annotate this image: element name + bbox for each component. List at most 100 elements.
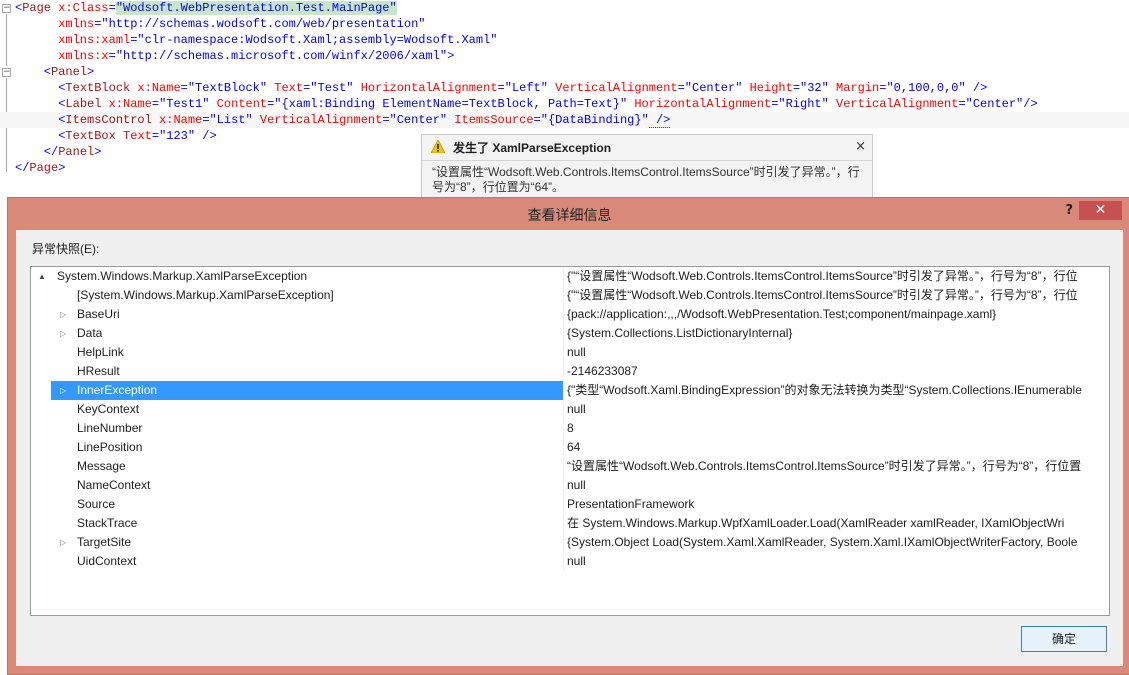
code-token: "List"	[209, 113, 253, 127]
close-button[interactable]: ✕	[1079, 201, 1122, 220]
row-background	[51, 495, 563, 514]
code-token: "TextBlock"	[187, 81, 268, 95]
grid-row[interactable]: UidContext null	[31, 552, 1109, 571]
property-name: LineNumber	[77, 421, 143, 435]
dialog-title: 查看详细信息	[527, 207, 612, 223]
column-divider	[563, 514, 564, 533]
code-token: Margin	[828, 81, 880, 95]
grid-row[interactable]: LineNumber 8	[31, 419, 1109, 438]
column-divider	[563, 324, 564, 343]
property-name: KeyContext	[77, 402, 140, 416]
code-line[interactable]: <ItemsControl x:Name = "List" VerticalAlig…	[0, 112, 1129, 128]
code-line[interactable]: <TextBlock x:Name="TextBlock" Text="Test…	[0, 80, 1129, 96]
code-token: xmlns:x	[15, 49, 109, 63]
property-value: 64	[567, 440, 581, 454]
column-divider	[563, 552, 564, 571]
column-divider	[563, 495, 564, 514]
warning-icon	[431, 140, 445, 153]
code-token: =	[958, 97, 966, 111]
code-token: <	[15, 65, 52, 79]
code-token: Text	[115, 129, 152, 143]
code-token: x:Name	[151, 113, 203, 127]
code-line[interactable]: <Label x:Name="Test1" Content="{xaml:Bin…	[0, 96, 1129, 112]
property-name: [System.Windows.Markup.XamlParseExceptio…	[77, 288, 334, 302]
code-token: "Center"	[965, 97, 1024, 111]
code-token: =	[792, 81, 801, 95]
code-token: <	[15, 129, 66, 143]
property-value: {pack://application:,,,/Wodsoft.WebPrese…	[567, 307, 997, 321]
column-divider	[563, 286, 564, 305]
code-token: Page	[29, 161, 59, 175]
code-token: >	[87, 65, 95, 79]
code-token: />	[965, 81, 988, 95]
grid-row[interactable]: ▷ Data {System.Collections.ListDictionaryI…	[31, 324, 1109, 343]
code-token: "Test1"	[159, 97, 210, 111]
property-name: BaseUri	[77, 307, 120, 321]
column-divider	[563, 381, 564, 400]
grid-row[interactable]: Source PresentationFramework	[31, 495, 1109, 514]
code-token: TextBox	[65, 129, 116, 143]
property-name: NameContext	[77, 478, 151, 492]
row-background	[51, 305, 563, 324]
code-token: x:Name	[101, 97, 152, 111]
code-line[interactable]: <Page x:Class="Wodsoft.WebPresentation.T…	[0, 0, 1129, 16]
column-divider	[563, 305, 564, 324]
row-background	[51, 343, 563, 362]
code-token: "{xaml:Binding ElementName=TextBlock, Pa…	[274, 97, 628, 111]
grid-row[interactable]: LinePosition 64	[31, 438, 1109, 457]
code-token: "32"	[800, 81, 829, 95]
expand-icon[interactable]: ▷	[60, 305, 66, 324]
property-name: HelpLink	[77, 345, 124, 359]
code-token: =	[108, 49, 116, 63]
grid-row[interactable]: ▷ TargetSite {System.Object Load(System.Xa…	[31, 533, 1109, 552]
code-line[interactable]: <Panel>	[0, 64, 1129, 80]
code-token: "http://schemas.wodsoft.com/web/presenta…	[101, 17, 426, 31]
column-divider	[563, 438, 564, 457]
column-divider	[563, 533, 564, 552]
code-token: =	[180, 81, 188, 95]
column-divider	[563, 267, 564, 286]
code-token: xmlns	[15, 17, 95, 31]
row-background	[51, 457, 563, 476]
property-name: HResult	[77, 364, 120, 378]
code-token: />	[648, 113, 671, 128]
property-value: null	[567, 478, 586, 492]
code-token: <	[15, 113, 66, 127]
help-button[interactable]: ?	[1065, 203, 1073, 218]
grid-row[interactable]: HelpLink null	[31, 343, 1109, 362]
code-line[interactable]: xmlns:x="http://schemas.microsoft.com/wi…	[0, 48, 1129, 64]
expand-icon[interactable]: ▲	[38, 267, 46, 286]
code-token: "{DataBinding}"	[540, 113, 649, 127]
grid-row[interactable]: HResult -2146233087	[31, 362, 1109, 381]
exception-popup-header: 发生了 XamlParseException ×	[422, 135, 872, 159]
column-divider	[563, 343, 564, 362]
grid-row[interactable]: NameContext null	[31, 476, 1109, 495]
code-line[interactable]: xmlns="http://schemas.wodsoft.com/web/pr…	[0, 16, 1129, 32]
expand-icon[interactable]: ▷	[60, 324, 66, 343]
expand-icon[interactable]: ▷	[60, 381, 66, 400]
grid-row[interactable]: ▷ InnerException {"类型“Wodsoft.Xaml.Binding…	[31, 381, 1109, 400]
code-token: =	[533, 113, 541, 127]
property-name: Message	[77, 459, 126, 473]
exception-property-grid[interactable]: ▲ System.Windows.Markup.XamlParseExceptio…	[30, 266, 1110, 616]
code-line[interactable]: xmlns:xaml="clr-namespace:Wodsoft.Xaml;a…	[0, 32, 1129, 48]
code-token: HorizontalAlignment	[353, 81, 498, 95]
property-value: 在 System.Windows.Markup.WpfXamlLoader.Lo…	[567, 516, 1065, 530]
grid-row[interactable]: ▲ System.Windows.Markup.XamlParseExceptio…	[31, 267, 1109, 286]
grid-row[interactable]: StackTrace 在 System.Windows.Markup.WpfXa…	[31, 514, 1109, 533]
ok-button[interactable]: 确定	[1021, 626, 1107, 652]
grid-row[interactable]: Message “设置属性“Wodsoft.Web.Controls.ItemsC…	[31, 457, 1109, 476]
column-divider	[563, 400, 564, 419]
grid-row[interactable]: [System.Windows.Markup.XamlParseExceptio…	[31, 286, 1109, 305]
grid-row[interactable]: KeyContext null	[31, 400, 1109, 419]
code-token: Panel	[58, 145, 95, 159]
property-value: {"“设置属性“Wodsoft.Web.Controls.ItemsContro…	[567, 288, 1078, 302]
close-icon[interactable]: ×	[855, 139, 866, 154]
grid-row[interactable]: ▷ BaseUri {pack://application:,,,/Wodsoft.…	[31, 305, 1109, 324]
expand-icon[interactable]: ▷	[60, 533, 66, 552]
property-name: LinePosition	[77, 440, 143, 454]
code-token: Label	[65, 97, 102, 111]
code-token: ItemsControl	[65, 113, 152, 127]
dialog-titlebar[interactable]: 查看详细信息 ? ✕	[8, 198, 1129, 230]
code-token: Text	[267, 81, 304, 95]
